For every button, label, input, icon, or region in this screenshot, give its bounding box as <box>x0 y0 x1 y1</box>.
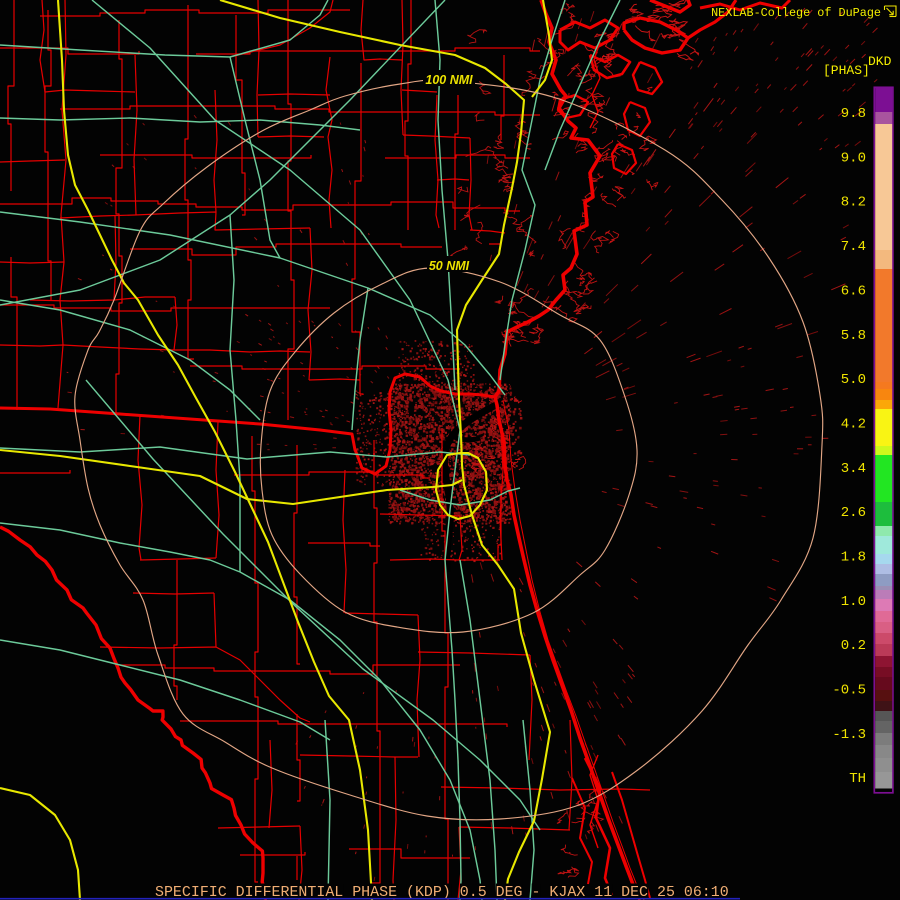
svg-text:100 NMI: 100 NMI <box>425 73 473 87</box>
svg-text:50 NMI: 50 NMI <box>429 259 470 273</box>
svg-text:8.2: 8.2 <box>841 195 866 211</box>
svg-text:0.2: 0.2 <box>841 638 866 654</box>
svg-text:5.8: 5.8 <box>841 328 866 344</box>
svg-text:-1.3: -1.3 <box>832 727 866 743</box>
svg-text:1.0: 1.0 <box>841 594 866 610</box>
svg-text:9.8: 9.8 <box>841 106 866 122</box>
svg-text:SPECIFIC DIFFERENTIAL PHASE (K: SPECIFIC DIFFERENTIAL PHASE (KDP) 0.5 DE… <box>155 885 729 900</box>
svg-text:TH: TH <box>849 771 866 787</box>
svg-text:DKD: DKD <box>868 54 892 69</box>
svg-text:[PHAS]: [PHAS] <box>823 63 870 78</box>
svg-text:-0.5: -0.5 <box>832 683 866 699</box>
svg-text:9.0: 9.0 <box>841 150 866 166</box>
svg-text:5.0: 5.0 <box>841 372 866 388</box>
svg-text:3.4: 3.4 <box>841 461 866 477</box>
svg-text:6.6: 6.6 <box>841 283 866 299</box>
svg-text:4.2: 4.2 <box>841 416 866 432</box>
svg-text:1.8: 1.8 <box>841 550 866 566</box>
svg-text:NEXLAB-College of DuPage: NEXLAB-College of DuPage <box>711 6 881 20</box>
svg-text:2.6: 2.6 <box>841 505 866 521</box>
svg-text:7.4: 7.4 <box>841 239 866 255</box>
